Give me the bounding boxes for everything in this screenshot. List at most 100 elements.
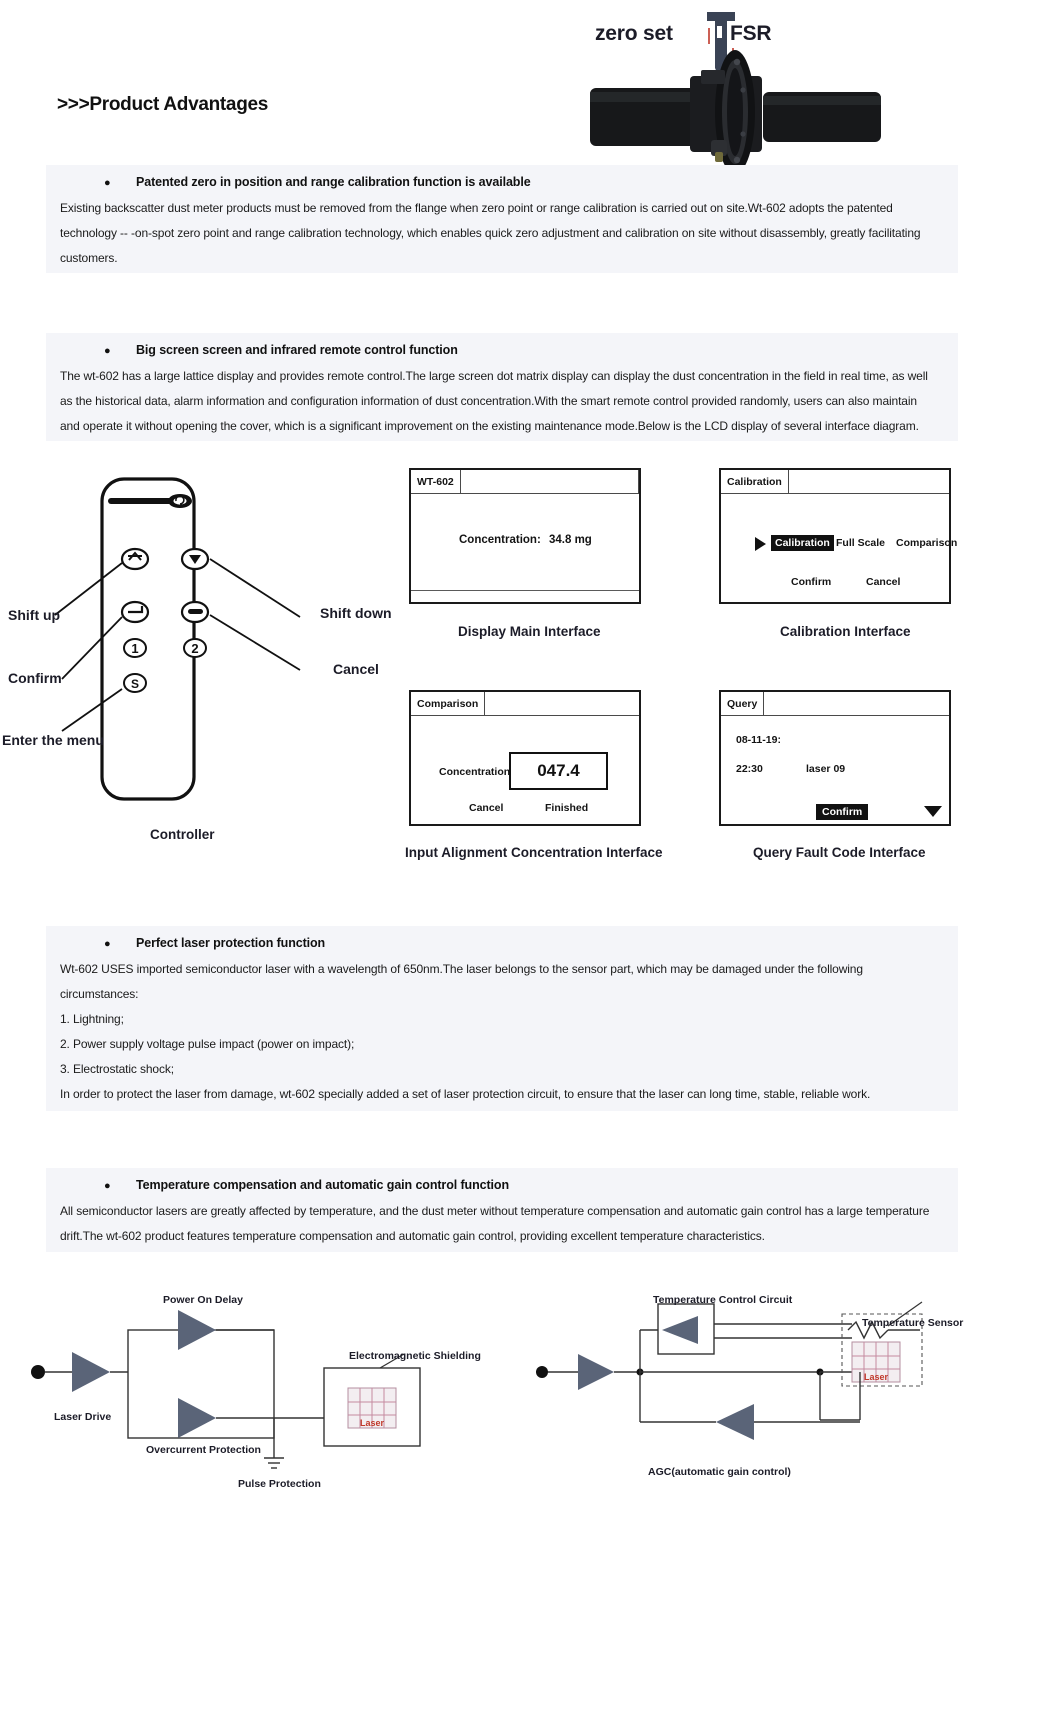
lcd-comparison-body: Concentration 047.4 Cancel Finished — [411, 716, 639, 824]
section-3-paragraph: Wt-602 USES imported semiconductor laser… — [60, 957, 944, 1107]
lcd-main-caption: Display Main Interface — [458, 624, 601, 639]
label-overcurrent-protection: Overcurrent Protection — [146, 1444, 261, 1456]
chevron-down-icon[interactable] — [924, 806, 942, 817]
lcd-query-fault-code: laser 09 — [806, 763, 846, 775]
bullet-icon: ● — [104, 345, 111, 357]
controller-caption: Controller — [150, 827, 215, 842]
lcd-calibration-cancel-button[interactable]: Cancel — [866, 576, 900, 588]
lcd-main-tab-filler — [461, 470, 639, 493]
lcd-calibration-selected-option[interactable]: Calibration — [771, 535, 834, 551]
lcd-main-titlebar: WT-602 — [411, 470, 639, 494]
label-agc: AGC(automatic gain control) — [648, 1466, 791, 1478]
paragraph-line: In order to protect the laser from damag… — [60, 1087, 871, 1101]
label-power-on-delay: Power On Delay — [163, 1294, 243, 1306]
lcd-main-concentration-label: Concentration: — [459, 534, 541, 546]
lcd-query-titlebar: Query — [721, 692, 949, 716]
section-1-heading: ● Patented zero in position and range ca… — [60, 175, 944, 189]
section-4-paragraph: All semiconductor lasers are greatly aff… — [60, 1199, 944, 1249]
lcd-query-confirm-button[interactable]: Confirm — [816, 804, 869, 820]
controller-label-enter-menu: Enter the menu — [2, 732, 104, 748]
label-electromagnetic-shielding: Electromagnetic Shielding — [349, 1350, 481, 1362]
label-laser-drive: Laser Drive — [54, 1411, 112, 1423]
paragraph-line: 2. Power supply voltage pulse impact (po… — [60, 1037, 355, 1051]
zero-set-label: zero set — [595, 22, 673, 45]
lcd-query-time: 22:30 — [736, 763, 763, 775]
page-title: >>>Product Advantages — [57, 94, 269, 115]
section-block-2: ● Big screen screen and infrared remote … — [46, 333, 958, 441]
lcd-comparison-caption: Input Alignment Concentration Interface — [405, 845, 663, 860]
label-temperature-control-circuit: Temperature Control Circuit — [653, 1294, 793, 1306]
paragraph-line: The wt-602 has a large lattice display a… — [60, 369, 928, 383]
lcd-calibration-full-scale-option[interactable]: Full Scale — [836, 537, 885, 549]
section-2-heading: ● Big screen screen and infrared remote … — [60, 343, 944, 357]
lcd-calibration-body: Calibration Full Scale Comparison Confir… — [721, 494, 957, 602]
lcd-panel-calibration: Calibration Calibration Full Scale Compa… — [719, 468, 957, 604]
svg-text:2: 2 — [191, 641, 198, 656]
section-1-title: Patented zero in position and range cali… — [136, 175, 531, 189]
lcd-calibration-tab: Calibration — [721, 470, 789, 493]
paragraph-line: and operate it without opening the cover… — [60, 419, 919, 433]
label-temperature-sensor: Temperature Sensor — [862, 1317, 964, 1329]
paragraph-line: as the historical data, alarm informatio… — [60, 394, 917, 408]
lcd-comparison-tab: Comparison — [411, 692, 486, 715]
paragraph-line: circumstances: — [60, 987, 139, 1001]
fsr-label: FSR — [730, 22, 772, 45]
lcd-query-body: 08-11-19: 22:30 laser 09 Confirm — [721, 716, 949, 824]
laser-protection-circuit-svg: Laser — [31, 1310, 421, 1469]
agc-circuit-svg: Laser — [536, 1301, 923, 1440]
paragraph-line: technology -- -on-spot zero point and ra… — [60, 226, 921, 240]
lcd-panel-query: Query 08-11-19: 22:30 laser 09 Confirm — [719, 690, 951, 826]
lcd-query-caption: Query Fault Code Interface — [753, 845, 926, 860]
controller-label-shift-up: Shift up — [8, 607, 61, 623]
paragraph-line: 3. Electrostatic shock; — [60, 1062, 174, 1076]
section-3-heading: ● Perfect laser protection function — [60, 936, 944, 950]
selection-pointer-icon — [755, 537, 766, 551]
lcd-comparison-finished-button[interactable]: Finished — [545, 802, 588, 814]
section-1-paragraph: Existing backscatter dust meter products… — [60, 196, 944, 271]
section-block-3: ● Perfect laser protection function Wt-6… — [46, 926, 958, 1111]
svg-text:S: S — [131, 677, 139, 691]
paragraph-line: Existing backscatter dust meter products… — [60, 201, 893, 215]
lcd-calibration-titlebar: Calibration — [721, 470, 949, 494]
controller-label-cancel: Cancel — [333, 661, 379, 677]
document-page: zero set FSR >>>Product Advantages ● Pat… — [0, 0, 1060, 1715]
section-4-heading: ● Temperature compensation and automatic… — [60, 1178, 944, 1192]
lcd-main-tab: WT-602 — [411, 470, 461, 493]
lcd-panel-comparison: Comparison Concentration 047.4 Cancel Fi… — [409, 690, 641, 826]
svg-text:Laser: Laser — [360, 1418, 385, 1428]
controller-label-shift-down: Shift down — [320, 605, 392, 621]
paragraph-line: customers. — [60, 251, 118, 265]
lcd-main-concentration-value: 34.8 mg — [549, 534, 592, 546]
bullet-icon: ● — [104, 177, 111, 189]
svg-text:Laser: Laser — [864, 1372, 889, 1382]
bullet-icon: ● — [104, 1180, 111, 1192]
lcd-query-date: 08-11-19: — [736, 734, 781, 746]
lcd-query-tab: Query — [721, 692, 765, 715]
section-3-title: Perfect laser protection function — [136, 936, 326, 950]
section-block-4: ● Temperature compensation and automatic… — [46, 1168, 958, 1252]
lcd-comparison-concentration-label: Concentration — [439, 766, 511, 778]
paragraph-line: drift.The wt-602 product features temper… — [60, 1229, 765, 1243]
lcd-calibration-caption: Calibration Interface — [780, 624, 911, 639]
lcd-main-footer-divider — [411, 590, 639, 591]
circuit-diagrams: Laser Power On Delay Electromagnetic Shi… — [0, 1280, 1060, 1510]
paragraph-line: All semiconductor lasers are greatly aff… — [60, 1204, 930, 1218]
lcd-calibration-confirm-button[interactable]: Confirm — [791, 576, 831, 588]
section-block-1: ● Patented zero in position and range ca… — [46, 165, 958, 273]
section-4-title: Temperature compensation and automatic g… — [136, 1178, 509, 1192]
lcd-calibration-comparison-option[interactable]: Comparison — [896, 537, 957, 549]
remote-controller-diagram: 1 2 S Shift up Confirm Enter the menu Sh… — [0, 465, 400, 860]
paragraph-line: 1. Lightning; — [60, 1012, 124, 1026]
lcd-comparison-concentration-input[interactable]: 047.4 — [509, 752, 608, 790]
section-2-paragraph: The wt-602 has a large lattice display a… — [60, 364, 944, 439]
lcd-comparison-cancel-button[interactable]: Cancel — [469, 802, 503, 814]
label-pulse-protection: Pulse Protection — [238, 1478, 321, 1490]
lcd-panel-main: WT-602 Concentration: 34.8 mg — [409, 468, 641, 604]
lcd-main-body: Concentration: 34.8 mg — [411, 494, 639, 602]
lcd-comparison-titlebar: Comparison — [411, 692, 639, 716]
bullet-icon: ● — [104, 938, 111, 950]
paragraph-line: Wt-602 USES imported semiconductor laser… — [60, 962, 863, 976]
controller-label-confirm: Confirm — [8, 670, 62, 686]
svg-text:1: 1 — [131, 641, 138, 656]
section-2-title: Big screen screen and infrared remote co… — [136, 343, 458, 357]
